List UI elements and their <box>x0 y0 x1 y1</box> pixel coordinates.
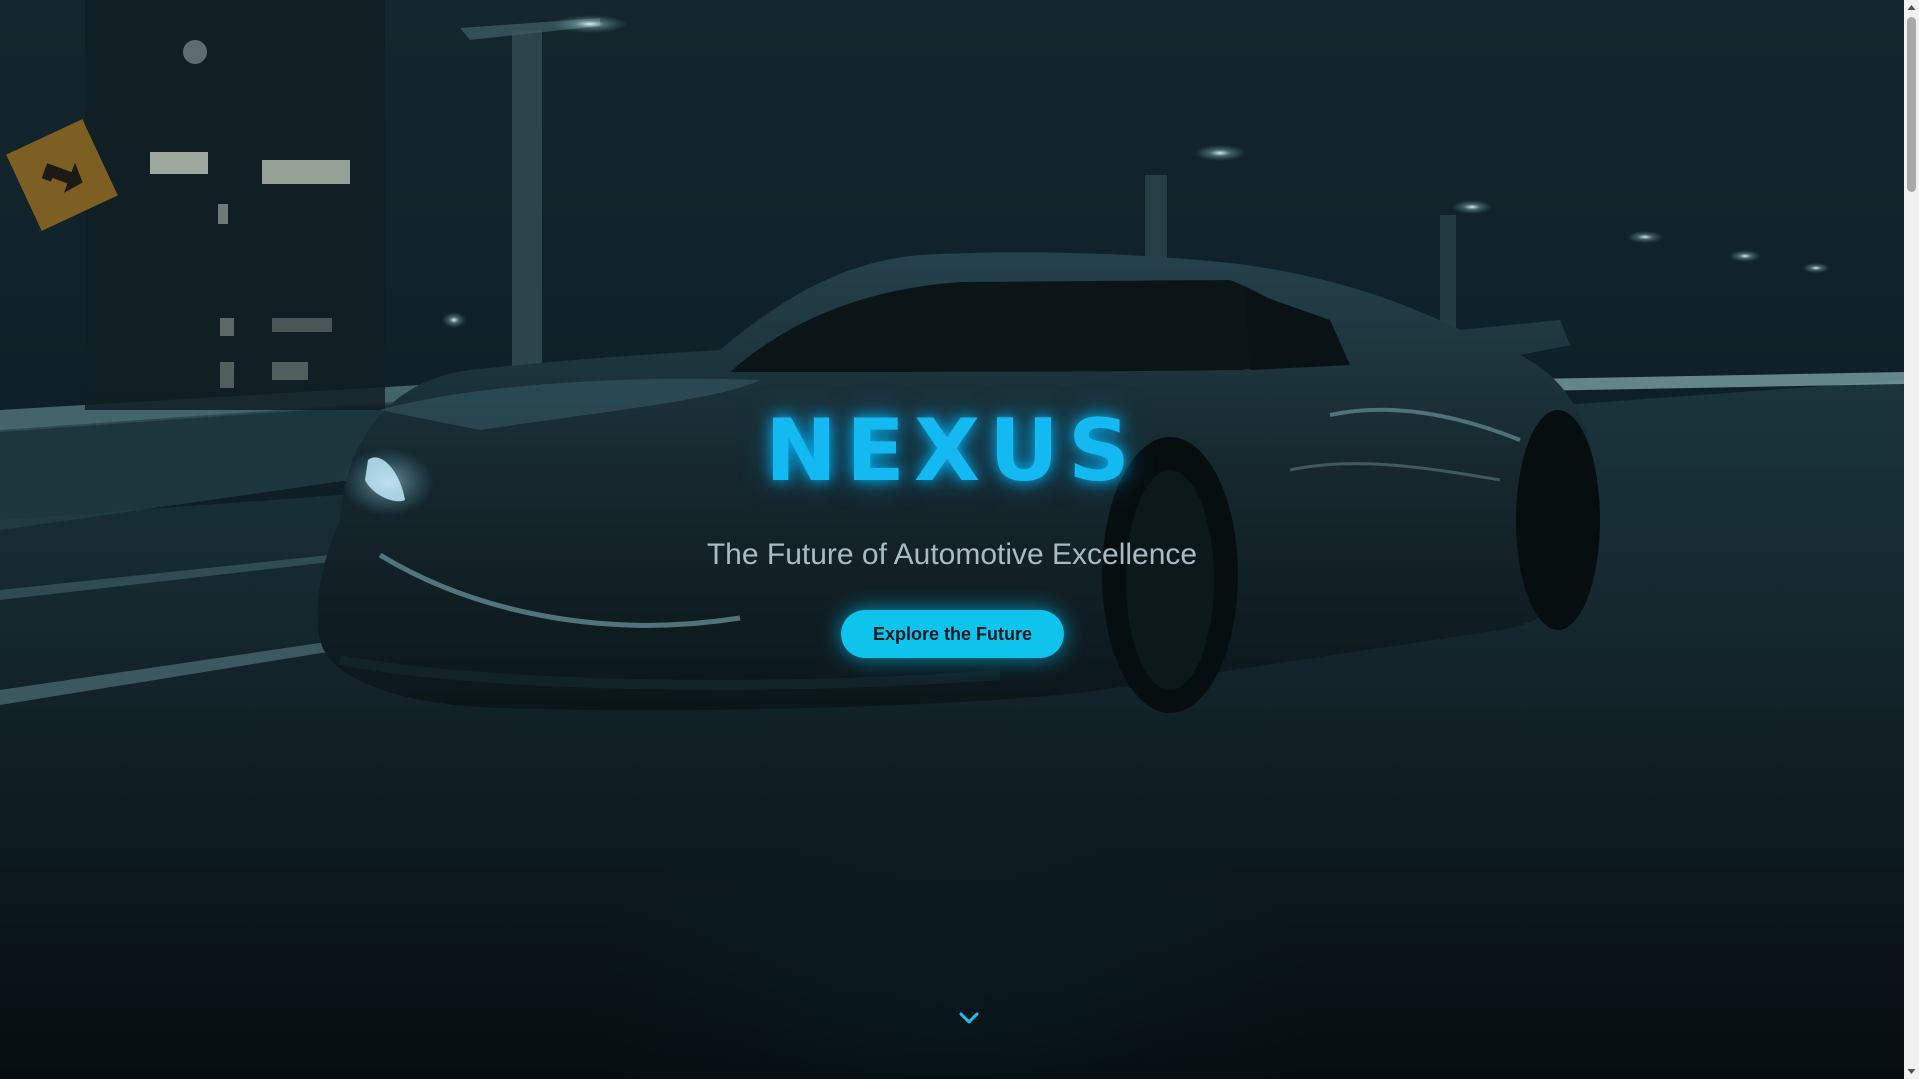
chevron-down-icon[interactable] <box>957 1008 981 1028</box>
hero-tagline: The Future of Automotive Excellence <box>706 538 1198 571</box>
scrollbar-thumb[interactable] <box>1907 17 1916 192</box>
brand-title: NEXUS <box>765 401 1139 501</box>
explore-the-future-button[interactable]: Explore the Future <box>841 610 1064 658</box>
arrow-down-icon[interactable] <box>1904 1064 1919 1079</box>
arrow-up-icon[interactable] <box>1904 0 1919 15</box>
hero-section: NEXUS The Future of Automotive Excellenc… <box>0 0 1904 1079</box>
page-scrollbar[interactable] <box>1904 0 1919 1079</box>
hero-content: NEXUS The Future of Automotive Excellenc… <box>0 0 1904 1079</box>
